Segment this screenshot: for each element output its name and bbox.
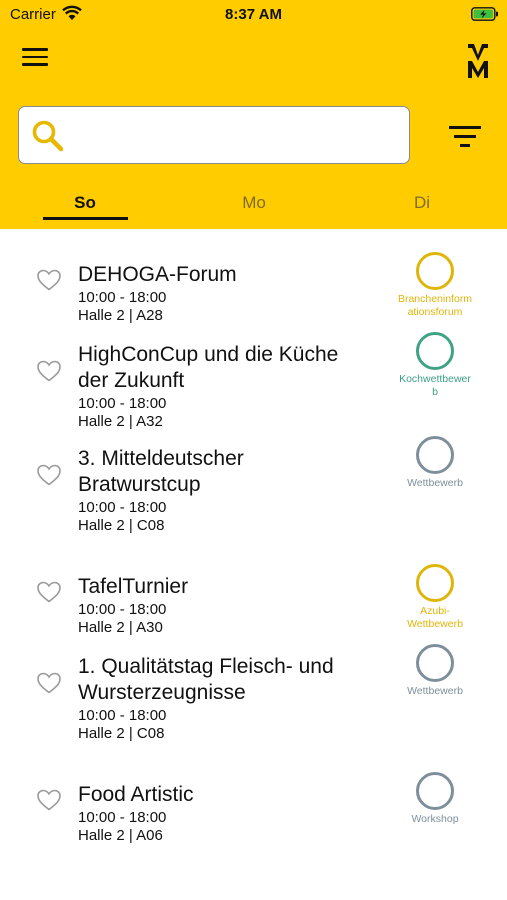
search-field[interactable] — [18, 106, 410, 164]
event-title: Bratwurstcup — [78, 473, 201, 496]
filter-icon[interactable] — [448, 124, 482, 150]
favorite-heart-icon[interactable] — [36, 359, 62, 388]
category-ring-icon — [416, 332, 454, 370]
category-ring-icon — [416, 436, 454, 474]
event-time: 10:00 - 18:00 — [78, 395, 167, 412]
event-title: DEHOGA-Forum — [78, 263, 237, 286]
event-time: 10:00 - 18:00 — [78, 601, 167, 618]
category-label-line: Azubi- — [420, 605, 450, 617]
event-location: Halle 2 | A30 — [78, 619, 163, 636]
favorite-heart-icon[interactable] — [36, 268, 62, 297]
category-label: Kochwettbewer b — [380, 373, 490, 399]
category-label: Brancheninform ationsforum — [380, 293, 490, 319]
event-location: Halle 2 | A06 — [78, 827, 163, 844]
event-time: 10:00 - 18:00 — [78, 809, 167, 826]
event-title: 1. Qualitätstag Fleisch- und — [78, 655, 334, 678]
double-m-logo-icon — [468, 44, 488, 78]
status-time: 8:37 AM — [225, 6, 282, 23]
category-label-line: Wettbewerb — [407, 477, 463, 489]
favorite-heart-icon[interactable] — [36, 580, 62, 609]
status-bar: Carrier 8:37 AM — [0, 0, 507, 30]
app-header: Carrier 8:37 AM So Mo Di — [0, 0, 507, 229]
category-label-line: Workshop — [411, 813, 459, 825]
category-label-line: Wettbewerb — [407, 618, 463, 630]
category-label: Wettbewerb — [380, 685, 490, 698]
favorite-heart-icon[interactable] — [36, 463, 62, 492]
search-input[interactable] — [81, 117, 399, 153]
category-ring-icon — [416, 252, 454, 290]
category-label: Wettbewerb — [380, 477, 490, 490]
event-title: 3. Mitteldeutscher — [78, 447, 244, 470]
category-label-line: b — [432, 386, 438, 398]
category-ring-icon — [416, 772, 454, 810]
hamburger-icon[interactable] — [22, 48, 48, 70]
tab-di[interactable]: Di — [362, 193, 482, 213]
category-label-line: Kochwettbewer — [399, 373, 471, 385]
event-location: Halle 2 | C08 — [78, 517, 165, 534]
event-location: Halle 2 | C08 — [78, 725, 165, 742]
search-icon — [32, 120, 64, 152]
event-title: TafelTurnier — [78, 575, 189, 598]
category-ring-icon — [416, 564, 454, 602]
active-tab-indicator — [43, 217, 128, 220]
category-label: Workshop — [380, 813, 490, 826]
event-title: der Zukunft — [78, 369, 185, 392]
favorite-heart-icon[interactable] — [36, 788, 62, 817]
event-time: 10:00 - 18:00 — [78, 499, 167, 516]
event-title: Food Artistic — [78, 783, 194, 806]
category-label-line: ationsforum — [407, 306, 463, 318]
tab-mo[interactable]: Mo — [194, 193, 314, 213]
battery-charging-icon — [471, 7, 498, 21]
category-ring-icon — [416, 644, 454, 682]
event-title: Wursterzeugnisse — [78, 681, 246, 704]
event-time: 10:00 - 18:00 — [78, 289, 167, 306]
category-label: Azubi- Wettbewerb — [380, 605, 490, 631]
category-label-line: Brancheninform — [397, 293, 473, 305]
event-location: Halle 2 | A32 — [78, 413, 163, 430]
favorite-heart-icon[interactable] — [36, 671, 62, 700]
event-time: 10:00 - 18:00 — [78, 707, 167, 724]
event-location: Halle 2 | A28 — [78, 307, 163, 324]
category-label-line: Wettbewerb — [407, 685, 463, 697]
tab-so[interactable]: So — [25, 193, 145, 213]
event-title: HighConCup und die Küche — [78, 343, 339, 366]
